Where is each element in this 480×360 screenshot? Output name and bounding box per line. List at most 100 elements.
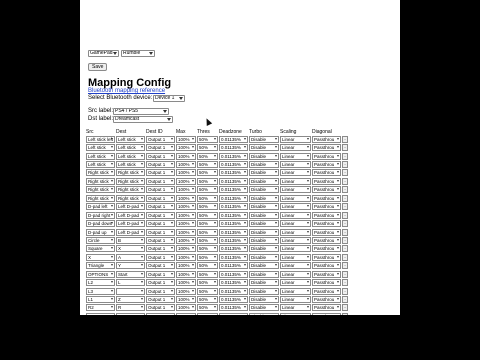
row-action-button[interactable]: - — [342, 135, 348, 143]
threshold-select[interactable]: 50% — [197, 194, 218, 202]
max-select[interactable]: 100% — [176, 270, 196, 278]
diagonal-select[interactable]: Passthrou — [312, 194, 341, 202]
dest-select[interactable]: Left D-pad — [116, 203, 145, 211]
diagonal-select[interactable]: Passthrou — [312, 152, 341, 160]
max-select[interactable]: 100% — [176, 186, 196, 194]
dest-select[interactable]: Left stick — [116, 152, 145, 160]
deadzone-select[interactable]: 0.01135% — [219, 144, 248, 152]
diagonal-select[interactable]: Passthrou — [312, 287, 341, 295]
diagonal-select[interactable]: Passthrou — [312, 296, 341, 304]
threshold-select[interactable]: 50% — [197, 211, 218, 219]
diagonal-select[interactable]: Passthrou — [312, 144, 341, 152]
row-action-button[interactable]: - — [342, 312, 348, 315]
src-select[interactable]: Right stick — [86, 169, 115, 177]
diagonal-select[interactable]: Passthrou — [312, 262, 341, 270]
src-label-select[interactable]: PS4 / PS5 — [113, 108, 169, 115]
deadzone-select[interactable]: 0.01135% — [219, 287, 248, 295]
threshold-select[interactable]: 50% — [197, 296, 218, 304]
dest-id-select[interactable]: Output 1 — [146, 203, 175, 211]
dest-select[interactable]: B — [116, 236, 145, 244]
max-select[interactable]: 100% — [176, 144, 196, 152]
dest-select[interactable]: Right stick — [116, 169, 145, 177]
row-action-button[interactable]: - — [342, 279, 348, 287]
dest-id-select[interactable]: Output 1 — [146, 211, 175, 219]
max-select[interactable]: 100% — [176, 161, 196, 169]
diagonal-select[interactable]: Passthrou — [312, 203, 341, 211]
deadzone-select[interactable]: 0.01135% — [219, 236, 248, 244]
max-select[interactable]: 100% — [176, 211, 196, 219]
scaling-select[interactable]: Linear — [280, 245, 311, 253]
row-action-button[interactable]: - — [342, 253, 348, 261]
deadzone-select[interactable]: 0.01135% — [219, 279, 248, 287]
src-select[interactable]: L2 — [86, 279, 115, 287]
dest-select[interactable]: Z — [116, 296, 145, 304]
row-action-button[interactable]: - — [342, 169, 348, 177]
max-select[interactable]: 100% — [176, 287, 196, 295]
dest-id-select[interactable]: Output 1 — [146, 169, 175, 177]
dest-id-select[interactable]: Output 1 — [146, 270, 175, 278]
diagonal-select[interactable]: Passthrou — [312, 236, 341, 244]
threshold-select[interactable]: 50% — [197, 253, 218, 261]
scaling-select[interactable]: Linear — [280, 203, 311, 211]
turbo-select[interactable]: Disable — [249, 211, 279, 219]
turbo-select[interactable]: Disable — [249, 194, 279, 202]
threshold-select[interactable]: 50% — [197, 169, 218, 177]
dest-id-select[interactable]: Output 1 — [146, 194, 175, 202]
deadzone-select[interactable]: 0.01135% — [219, 194, 248, 202]
threshold-select[interactable]: 50% — [197, 228, 218, 236]
dest-select[interactable]: Right stick — [116, 194, 145, 202]
dest-id-select[interactable]: Output 1 — [146, 296, 175, 304]
scaling-select[interactable]: Linear — [280, 211, 311, 219]
dst-label-select[interactable]: Dreamcast — [113, 116, 173, 123]
scaling-select[interactable]: Linear — [280, 194, 311, 202]
src-select[interactable]: L3 — [86, 287, 115, 295]
src-select[interactable]: Left stick — [86, 161, 115, 169]
row-action-button[interactable]: - — [342, 287, 348, 295]
deadzone-select[interactable]: 0.01135% — [219, 135, 248, 143]
threshold-select[interactable]: 50% — [197, 177, 218, 185]
deadzone-select[interactable]: 0.01135% — [219, 169, 248, 177]
diagonal-select[interactable]: Passthrou — [312, 228, 341, 236]
scaling-select[interactable]: Linear — [280, 186, 311, 194]
src-select[interactable]: L1 — [86, 296, 115, 304]
src-select[interactable]: X — [86, 253, 115, 261]
turbo-select[interactable]: Disable — [249, 161, 279, 169]
diagonal-select[interactable]: Passthrou — [312, 169, 341, 177]
turbo-select[interactable]: Disable — [249, 135, 279, 143]
turbo-select[interactable]: Disable — [249, 253, 279, 261]
src-select[interactable]: Right stick — [86, 194, 115, 202]
diagonal-select[interactable]: Passthrou — [312, 161, 341, 169]
src-select[interactable]: Left stick left — [86, 135, 115, 143]
src-select[interactable]: R2 — [86, 304, 115, 312]
dest-select[interactable]: Right stick — [116, 177, 145, 185]
scaling-select[interactable]: Linear — [280, 279, 311, 287]
dest-select[interactable]: Left D-pad — [116, 211, 145, 219]
src-select[interactable]: Square — [86, 245, 115, 253]
threshold-select[interactable]: 50% — [197, 270, 218, 278]
row-action-button[interactable]: - — [342, 270, 348, 278]
threshold-select[interactable]: 50% — [197, 220, 218, 228]
max-select[interactable]: 100% — [176, 296, 196, 304]
scaling-select[interactable]: Linear — [280, 236, 311, 244]
max-select[interactable]: 100% — [176, 236, 196, 244]
scaling-select[interactable]: Linear — [280, 253, 311, 261]
row-action-button[interactable]: - — [342, 186, 348, 194]
dest-id-select[interactable]: Output 1 — [146, 144, 175, 152]
max-select[interactable]: 100% — [176, 228, 196, 236]
threshold-select[interactable]: 50% — [197, 304, 218, 312]
scaling-select[interactable]: Linear — [280, 296, 311, 304]
threshold-select[interactable]: 50% — [197, 312, 218, 315]
dest-select[interactable] — [116, 287, 145, 295]
dest-select[interactable]: R — [116, 304, 145, 312]
scaling-select[interactable]: Linear — [280, 270, 311, 278]
threshold-select[interactable]: 50% — [197, 236, 218, 244]
max-select[interactable]: 100% — [176, 135, 196, 143]
row-action-button[interactable]: - — [342, 161, 348, 169]
turbo-select[interactable]: Disable — [249, 220, 279, 228]
dest-select[interactable]: A — [116, 253, 145, 261]
deadzone-select[interactable]: 0.01135% — [219, 211, 248, 219]
threshold-select[interactable]: 50% — [197, 262, 218, 270]
deadzone-select[interactable]: 0.01135% — [219, 245, 248, 253]
scaling-select[interactable]: Linear — [280, 228, 311, 236]
diagonal-select[interactable]: Passthrou — [312, 253, 341, 261]
